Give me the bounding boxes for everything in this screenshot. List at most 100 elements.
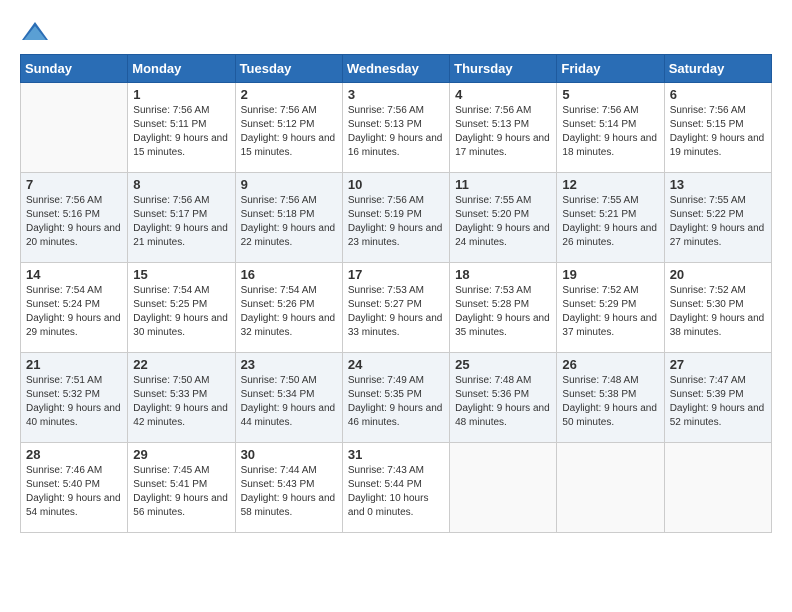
calendar-cell: 3 Sunrise: 7:56 AMSunset: 5:13 PMDaylight… — [342, 83, 449, 173]
day-info: Sunrise: 7:52 AMSunset: 5:29 PMDaylight:… — [562, 284, 658, 340]
day-info: Sunrise: 7:56 AMSunset: 5:13 PMDaylight:… — [455, 104, 551, 160]
calendar-body: 1 Sunrise: 7:56 AMSunset: 5:11 PMDaylight… — [21, 83, 772, 533]
day-info: Sunrise: 7:56 AMSunset: 5:14 PMDaylight:… — [562, 104, 658, 160]
logo-icon — [20, 20, 50, 44]
day-info: Sunrise: 7:56 AMSunset: 5:15 PMDaylight:… — [670, 104, 766, 160]
day-info: Sunrise: 7:45 AMSunset: 5:41 PMDaylight:… — [133, 464, 229, 520]
day-number: 21 — [26, 357, 122, 372]
day-info: Sunrise: 7:55 AMSunset: 5:22 PMDaylight:… — [670, 194, 766, 250]
calendar-cell: 24Sunrise: 7:49 AMSunset: 5:35 PMDayligh… — [342, 353, 449, 443]
calendar-cell: 27 Sunrise: 7:47 AMSunset: 5:39 PMDayligh… — [664, 353, 771, 443]
calendar-week-row: 7 Sunrise: 7:56 AMSunset: 5:16 PMDaylight… — [21, 173, 772, 263]
calendar-cell: 5Sunrise: 7:56 AMSunset: 5:14 PMDaylight… — [557, 83, 664, 173]
day-info: Sunrise: 7:56 AMSunset: 5:11 PMDaylight:… — [133, 104, 229, 160]
day-info: Sunrise: 7:53 AMSunset: 5:28 PMDaylight:… — [455, 284, 551, 340]
calendar-cell: 19 Sunrise: 7:52 AMSunset: 5:29 PMDayligh… — [557, 263, 664, 353]
day-number: 20 — [670, 267, 766, 282]
day-info: Sunrise: 7:55 AMSunset: 5:20 PMDaylight:… — [455, 194, 551, 250]
day-info: Sunrise: 7:48 AMSunset: 5:36 PMDaylight:… — [455, 374, 551, 430]
day-info: Sunrise: 7:49 AMSunset: 5:35 PMDaylight:… — [348, 374, 444, 430]
calendar-cell: 26 Sunrise: 7:48 AMSunset: 5:38 PMDayligh… — [557, 353, 664, 443]
day-info: Sunrise: 7:56 AMSunset: 5:12 PMDaylight:… — [241, 104, 337, 160]
header-row: SundayMondayTuesdayWednesdayThursdayFrid… — [21, 55, 772, 83]
header-cell-saturday: Saturday — [664, 55, 771, 83]
calendar-cell: 13Sunrise: 7:55 AMSunset: 5:22 PMDayligh… — [664, 173, 771, 263]
day-number: 15 — [133, 267, 229, 282]
day-number: 2 — [241, 87, 337, 102]
calendar-cell: 23 Sunrise: 7:50 AMSunset: 5:34 PMDayligh… — [235, 353, 342, 443]
calendar-cell: 12Sunrise: 7:55 AMSunset: 5:21 PMDayligh… — [557, 173, 664, 263]
calendar-cell: 30 Sunrise: 7:44 AMSunset: 5:43 PMDayligh… — [235, 443, 342, 533]
day-info: Sunrise: 7:47 AMSunset: 5:39 PMDaylight:… — [670, 374, 766, 430]
day-info: Sunrise: 7:51 AMSunset: 5:32 PMDaylight:… — [26, 374, 122, 430]
calendar-cell: 6 Sunrise: 7:56 AMSunset: 5:15 PMDaylight… — [664, 83, 771, 173]
day-number: 16 — [241, 267, 337, 282]
calendar-week-row: 14 Sunrise: 7:54 AMSunset: 5:24 PMDayligh… — [21, 263, 772, 353]
day-number: 22 — [133, 357, 229, 372]
calendar-cell: 25 Sunrise: 7:48 AMSunset: 5:36 PMDayligh… — [450, 353, 557, 443]
day-number: 27 — [670, 357, 766, 372]
calendar-cell — [664, 443, 771, 533]
day-number: 4 — [455, 87, 551, 102]
calendar-table: SundayMondayTuesdayWednesdayThursdayFrid… — [20, 54, 772, 533]
day-number: 17 — [348, 267, 444, 282]
calendar-cell — [21, 83, 128, 173]
day-info: Sunrise: 7:52 AMSunset: 5:30 PMDaylight:… — [670, 284, 766, 340]
day-number: 29 — [133, 447, 229, 462]
day-number: 6 — [670, 87, 766, 102]
calendar-week-row: 21 Sunrise: 7:51 AMSunset: 5:32 PMDayligh… — [21, 353, 772, 443]
calendar-header: SundayMondayTuesdayWednesdayThursdayFrid… — [21, 55, 772, 83]
day-info: Sunrise: 7:54 AMSunset: 5:25 PMDaylight:… — [133, 284, 229, 340]
calendar-cell: 11 Sunrise: 7:55 AMSunset: 5:20 PMDayligh… — [450, 173, 557, 263]
day-number: 7 — [26, 177, 122, 192]
day-info: Sunrise: 7:43 AMSunset: 5:44 PMDaylight:… — [348, 464, 444, 520]
day-number: 25 — [455, 357, 551, 372]
calendar-cell: 10 Sunrise: 7:56 AMSunset: 5:19 PMDayligh… — [342, 173, 449, 263]
calendar-cell: 15 Sunrise: 7:54 AMSunset: 5:25 PMDayligh… — [128, 263, 235, 353]
page-header — [20, 20, 772, 44]
calendar-cell: 2 Sunrise: 7:56 AMSunset: 5:12 PMDaylight… — [235, 83, 342, 173]
day-number: 30 — [241, 447, 337, 462]
calendar-cell: 7 Sunrise: 7:56 AMSunset: 5:16 PMDaylight… — [21, 173, 128, 263]
day-number: 26 — [562, 357, 658, 372]
day-number: 14 — [26, 267, 122, 282]
calendar-cell: 28 Sunrise: 7:46 AMSunset: 5:40 PMDayligh… — [21, 443, 128, 533]
calendar-cell: 8 Sunrise: 7:56 AMSunset: 5:17 PMDaylight… — [128, 173, 235, 263]
day-info: Sunrise: 7:44 AMSunset: 5:43 PMDaylight:… — [241, 464, 337, 520]
header-cell-wednesday: Wednesday — [342, 55, 449, 83]
day-info: Sunrise: 7:56 AMSunset: 5:13 PMDaylight:… — [348, 104, 444, 160]
calendar-cell: 29 Sunrise: 7:45 AMSunset: 5:41 PMDayligh… — [128, 443, 235, 533]
day-number: 12 — [562, 177, 658, 192]
header-cell-monday: Monday — [128, 55, 235, 83]
day-number: 8 — [133, 177, 229, 192]
day-info: Sunrise: 7:54 AMSunset: 5:24 PMDaylight:… — [26, 284, 122, 340]
day-number: 3 — [348, 87, 444, 102]
calendar-cell — [557, 443, 664, 533]
calendar-cell: 4 Sunrise: 7:56 AMSunset: 5:13 PMDaylight… — [450, 83, 557, 173]
day-info: Sunrise: 7:56 AMSunset: 5:18 PMDaylight:… — [241, 194, 337, 250]
day-number: 10 — [348, 177, 444, 192]
calendar-cell: 18 Sunrise: 7:53 AMSunset: 5:28 PMDayligh… — [450, 263, 557, 353]
day-info: Sunrise: 7:56 AMSunset: 5:16 PMDaylight:… — [26, 194, 122, 250]
calendar-cell: 22Sunrise: 7:50 AMSunset: 5:33 PMDayligh… — [128, 353, 235, 443]
calendar-cell: 16Sunrise: 7:54 AMSunset: 5:26 PMDayligh… — [235, 263, 342, 353]
calendar-week-row: 1 Sunrise: 7:56 AMSunset: 5:11 PMDaylight… — [21, 83, 772, 173]
day-number: 28 — [26, 447, 122, 462]
calendar-cell: 9 Sunrise: 7:56 AMSunset: 5:18 PMDaylight… — [235, 173, 342, 263]
calendar-cell: 1 Sunrise: 7:56 AMSunset: 5:11 PMDaylight… — [128, 83, 235, 173]
day-number: 31 — [348, 447, 444, 462]
day-info: Sunrise: 7:46 AMSunset: 5:40 PMDaylight:… — [26, 464, 122, 520]
day-info: Sunrise: 7:56 AMSunset: 5:19 PMDaylight:… — [348, 194, 444, 250]
day-number: 18 — [455, 267, 551, 282]
day-number: 11 — [455, 177, 551, 192]
day-info: Sunrise: 7:50 AMSunset: 5:34 PMDaylight:… — [241, 374, 337, 430]
day-info: Sunrise: 7:48 AMSunset: 5:38 PMDaylight:… — [562, 374, 658, 430]
day-number: 23 — [241, 357, 337, 372]
header-cell-thursday: Thursday — [450, 55, 557, 83]
calendar-cell: 17Sunrise: 7:53 AMSunset: 5:27 PMDayligh… — [342, 263, 449, 353]
day-number: 9 — [241, 177, 337, 192]
day-info: Sunrise: 7:56 AMSunset: 5:17 PMDaylight:… — [133, 194, 229, 250]
calendar-cell: 20 Sunrise: 7:52 AMSunset: 5:30 PMDayligh… — [664, 263, 771, 353]
day-number: 1 — [133, 87, 229, 102]
day-number: 19 — [562, 267, 658, 282]
